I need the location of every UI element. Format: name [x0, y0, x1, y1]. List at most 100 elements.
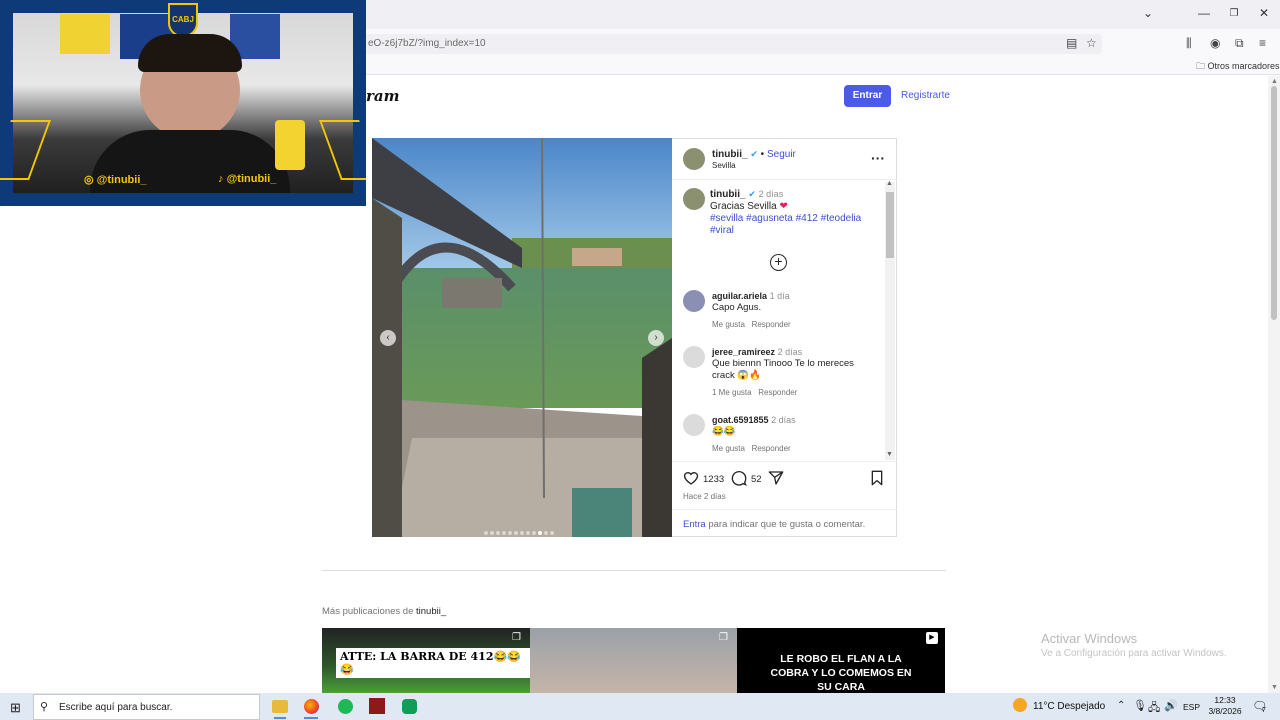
verified-badge-icon: ✔: [750, 149, 758, 159]
more-posts-user[interactable]: tinubii_: [416, 606, 446, 617]
chat-app-icon[interactable]: [402, 699, 417, 714]
start-button[interactable]: ⊞: [10, 700, 21, 716]
more-options-icon[interactable]: ···: [871, 150, 885, 166]
comment-avatar[interactable]: [683, 290, 705, 312]
carousel-dot: [502, 531, 506, 535]
comment-avatar[interactable]: [683, 414, 705, 436]
comment-reply-button[interactable]: Responder: [758, 388, 797, 397]
library-icon[interactable]: ⫼: [1186, 36, 1192, 51]
post-time: Hace 2 días: [683, 492, 726, 501]
instagram-logo[interactable]: ram: [366, 87, 400, 105]
post-thumbnail[interactable]: ❐: [530, 628, 737, 693]
post-thumbnail[interactable]: ATTE: LA BARRA DE 412😂😂😂 ❐: [322, 628, 530, 693]
caption-time: 2 días: [758, 189, 784, 199]
firefox-icon[interactable]: [304, 699, 319, 714]
comment-text: 😂😂: [712, 426, 736, 437]
comment-header: goat.6591855 2 días: [712, 415, 796, 425]
file-explorer-icon[interactable]: [272, 700, 288, 713]
comment-user[interactable]: aguilar.ariela: [712, 291, 767, 301]
divider: [672, 461, 897, 462]
account-icon[interactable]: ◉: [1210, 36, 1220, 50]
url-bar[interactable]: eO-z6j7bZ/?img_index=10: [340, 34, 1102, 54]
clock-date: 3/8/2026: [1208, 706, 1242, 716]
comment-icon[interactable]: [731, 470, 747, 491]
caption-hashtags[interactable]: #sevilla #agusneta #412 #teodelia: [710, 213, 861, 224]
comment-user[interactable]: goat.6591855: [712, 415, 769, 425]
language-indicator[interactable]: ESP: [1183, 702, 1200, 712]
instagram-handle: ◎ @tinubii_: [84, 174, 147, 186]
post-author[interactable]: tinubii_: [712, 149, 748, 160]
load-more-comments-icon[interactable]: +: [770, 254, 787, 271]
caption-text: Gracias Sevilla: [710, 201, 777, 212]
caption-author[interactable]: tinubii_: [710, 189, 746, 200]
notifications-count: 7: [1262, 707, 1266, 714]
carousel-dot: [526, 531, 530, 535]
scroll-down-icon[interactable]: ▼: [1271, 684, 1278, 691]
tab-list-icon[interactable]: ⌄: [1138, 6, 1158, 20]
post-thumbnail[interactable]: LE ROBO EL FLAN A LA COBRA Y LO COMEMOS …: [737, 628, 945, 693]
login-button[interactable]: Entrar: [844, 85, 891, 107]
share-icon[interactable]: [768, 470, 784, 491]
comment-reply-button[interactable]: Responder: [752, 444, 791, 453]
post-author-row: tinubii_ ✔ • Seguir: [712, 149, 796, 160]
volume-icon[interactable]: 🔊: [1164, 699, 1178, 712]
caption-avatar[interactable]: [683, 188, 705, 210]
bookmark-star-icon[interactable]: ☆: [1086, 36, 1097, 50]
spotify-icon[interactable]: [338, 699, 353, 714]
carousel-prev-button[interactable]: ‹: [380, 330, 396, 346]
menu-icon[interactable]: ≡: [1259, 36, 1266, 50]
follow-link[interactable]: Seguir: [767, 149, 796, 160]
carousel-next-button[interactable]: ›: [648, 330, 664, 346]
comment-avatar[interactable]: [683, 346, 705, 368]
close-icon[interactable]: ✕: [1254, 6, 1274, 20]
jersey-yellow: [60, 14, 110, 54]
carousel-dot: [496, 531, 500, 535]
minimize-icon[interactable]: —: [1194, 6, 1214, 20]
login-prompt-link[interactable]: Entra: [683, 519, 706, 530]
comment-user[interactable]: jeree_ramireez: [712, 347, 775, 357]
clock[interactable]: 12:33 3/8/2026: [1207, 695, 1243, 717]
comment-reply-button[interactable]: Responder: [752, 320, 791, 329]
page-scrollbar-thumb[interactable]: [1271, 86, 1277, 320]
register-link[interactable]: Registrarte: [901, 90, 950, 101]
comment-actions: Me gusta Responder: [712, 320, 791, 329]
scroll-up-icon[interactable]: ▲: [1271, 78, 1278, 85]
other-bookmarks[interactable]: 🗀 Otros marcadores: [1196, 59, 1280, 75]
comment-like-button[interactable]: Me gusta: [712, 320, 745, 329]
carousel-dot: [532, 531, 536, 535]
author-avatar[interactable]: [683, 148, 705, 170]
likes-count: 1233: [703, 474, 725, 485]
restore-icon[interactable]: ❐: [1224, 8, 1244, 19]
reel-icon: ▶: [926, 632, 938, 644]
like-icon[interactable]: [683, 470, 699, 491]
divider: [672, 509, 897, 510]
app-icon[interactable]: [369, 698, 385, 714]
comments-scroll-down-icon[interactable]: ▼: [886, 451, 893, 458]
comment-like-button[interactable]: 1 Me gusta: [712, 388, 752, 397]
thumbnail-caption: LE ROBO EL FLAN A LA COBRA Y LO COMEMOS …: [770, 653, 912, 693]
extensions-icon[interactable]: ⧉: [1235, 36, 1244, 51]
tray-chevron-icon[interactable]: ⌃: [1117, 700, 1125, 711]
caption-hashtags-2[interactable]: #viral: [710, 225, 734, 236]
network-icon[interactable]: 🖧: [1148, 699, 1160, 718]
post-location[interactable]: Sevilla: [712, 161, 736, 170]
comment-text: Capo Agus.: [712, 302, 762, 313]
weather-icon[interactable]: [1013, 698, 1027, 712]
comment-like-button[interactable]: Me gusta: [712, 444, 745, 453]
taskbar-search[interactable]: ⚲ Escribe aquí para buscar.: [33, 694, 260, 720]
club-crest: CABJ: [168, 3, 198, 37]
comments-scroll-up-icon[interactable]: ▲: [886, 180, 893, 187]
comment-header: aguilar.ariela 1 día: [712, 291, 790, 301]
comment-text: Que biennn Tinooo Te lo mereces crack 😱🔥: [712, 358, 854, 381]
carousel-indicator-icon: ❐: [719, 632, 728, 643]
caption-text-row: Gracias Sevilla ❤: [710, 201, 788, 212]
tiktok-handle: ♪ @tinubii_: [218, 173, 277, 185]
reader-view-icon[interactable]: ▤: [1066, 36, 1077, 50]
carousel-dot: [520, 531, 524, 535]
comments-scrollbar-thumb[interactable]: [886, 192, 894, 258]
weather-text[interactable]: 11°C Despejado: [1033, 701, 1105, 712]
comment-actions: 1 Me gusta Responder: [712, 388, 797, 397]
carousel-dots: [484, 522, 556, 537]
microphone-icon[interactable]: 🎙: [1133, 699, 1147, 712]
save-bookmark-icon[interactable]: [870, 470, 884, 491]
